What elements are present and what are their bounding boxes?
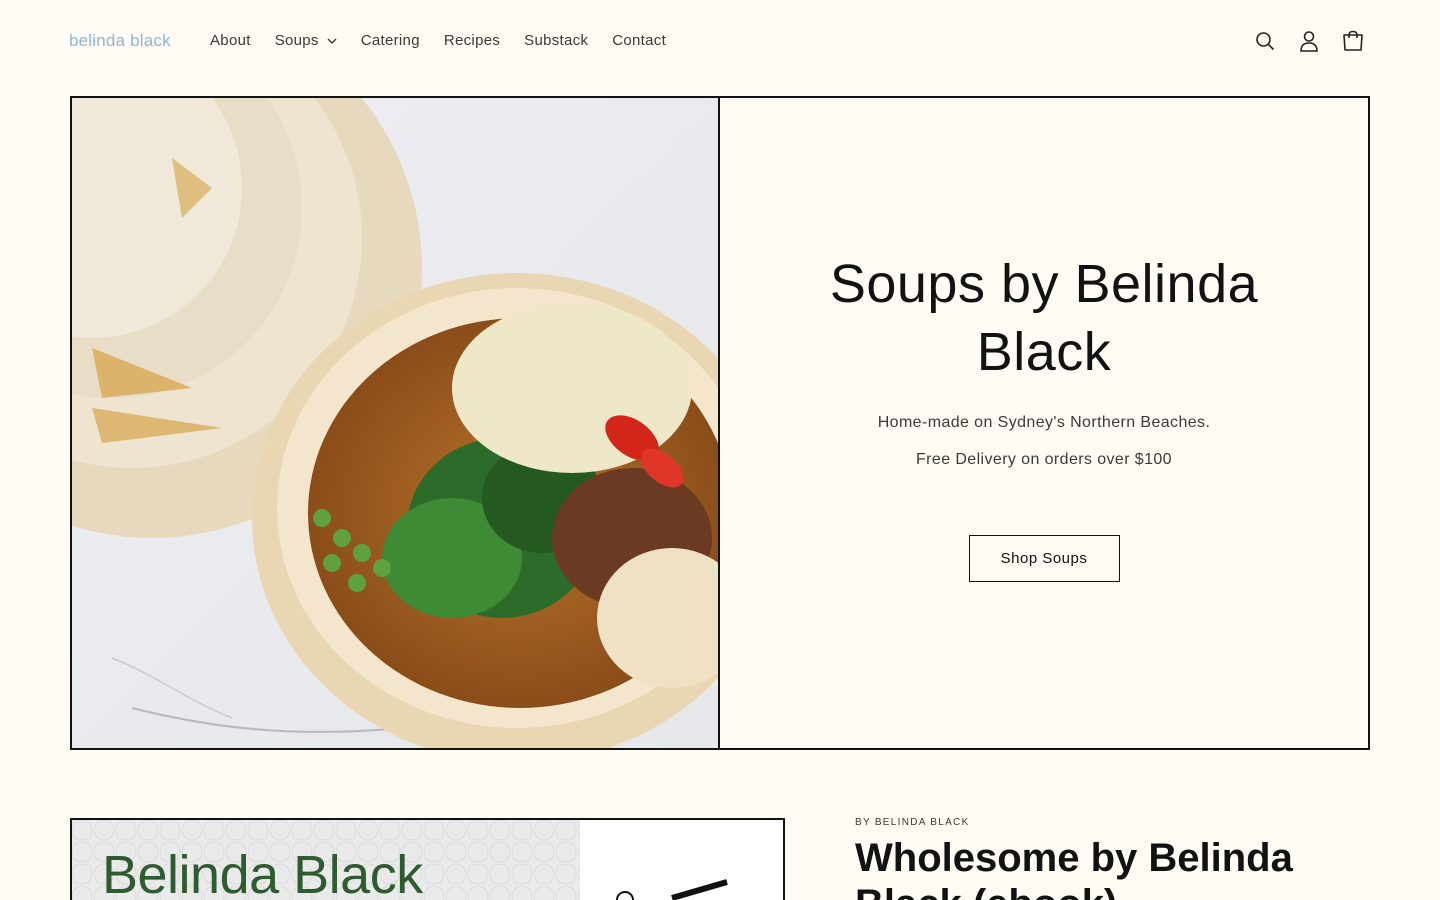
nav-about[interactable]: About <box>198 30 263 52</box>
nav-soups[interactable]: Soups <box>263 30 349 52</box>
hero-content: Soups by Belinda Black Home-made on Sydn… <box>720 98 1368 748</box>
site-logo[interactable]: belinda black <box>69 31 171 51</box>
search-icon <box>1256 32 1275 51</box>
account-icon <box>1300 31 1318 52</box>
nav-substack[interactable]: Substack <box>512 30 600 52</box>
ebook-cover-graphic <box>616 879 728 900</box>
nav-contact[interactable]: Contact <box>600 30 678 52</box>
site-header: belinda black About Soups Catering Recip… <box>0 0 1440 84</box>
hero-subtitle: Home-made on Sydney's Northern Beaches. <box>877 414 1211 431</box>
nav-catering[interactable]: Catering <box>349 30 432 52</box>
nav-soups-label: Soups <box>274 32 319 49</box>
header-icons <box>1254 28 1364 54</box>
feature-title[interactable]: Wholesome by Belinda Black (ebook) <box>855 835 1375 900</box>
shop-soups-button[interactable]: Shop Soups <box>968 535 1120 582</box>
cart-icon <box>1343 30 1363 51</box>
hero-image <box>72 98 720 748</box>
soup-bowl-photo <box>72 98 718 748</box>
cart-button[interactable] <box>1342 28 1364 54</box>
ebook-feature: BY BELINDA BLACK Wholesome by Belinda Bl… <box>855 817 1375 900</box>
nav-contact-label: Contact <box>612 32 667 49</box>
chevron-down-icon <box>327 38 337 44</box>
account-button[interactable] <box>1298 28 1320 54</box>
ebook-image: Belinda Black <box>70 818 785 900</box>
nav-recipes[interactable]: Recipes <box>432 30 512 52</box>
hero-title: Soups by Belinda Black <box>829 254 1259 382</box>
main-nav: About Soups Catering Recipes Substack Co… <box>198 30 678 52</box>
nav-about-label: About <box>210 32 251 49</box>
feature-kicker: BY BELINDA BLACK <box>855 817 970 828</box>
nav-catering-label: Catering <box>360 32 420 49</box>
hero-banner: Soups by Belinda Black Home-made on Sydn… <box>70 96 1370 750</box>
hero-delivery-note: Free Delivery on orders over $100 <box>916 451 1172 468</box>
nav-substack-label: Substack <box>524 32 589 49</box>
search-button[interactable] <box>1254 28 1276 54</box>
nav-recipes-label: Recipes <box>443 32 501 49</box>
